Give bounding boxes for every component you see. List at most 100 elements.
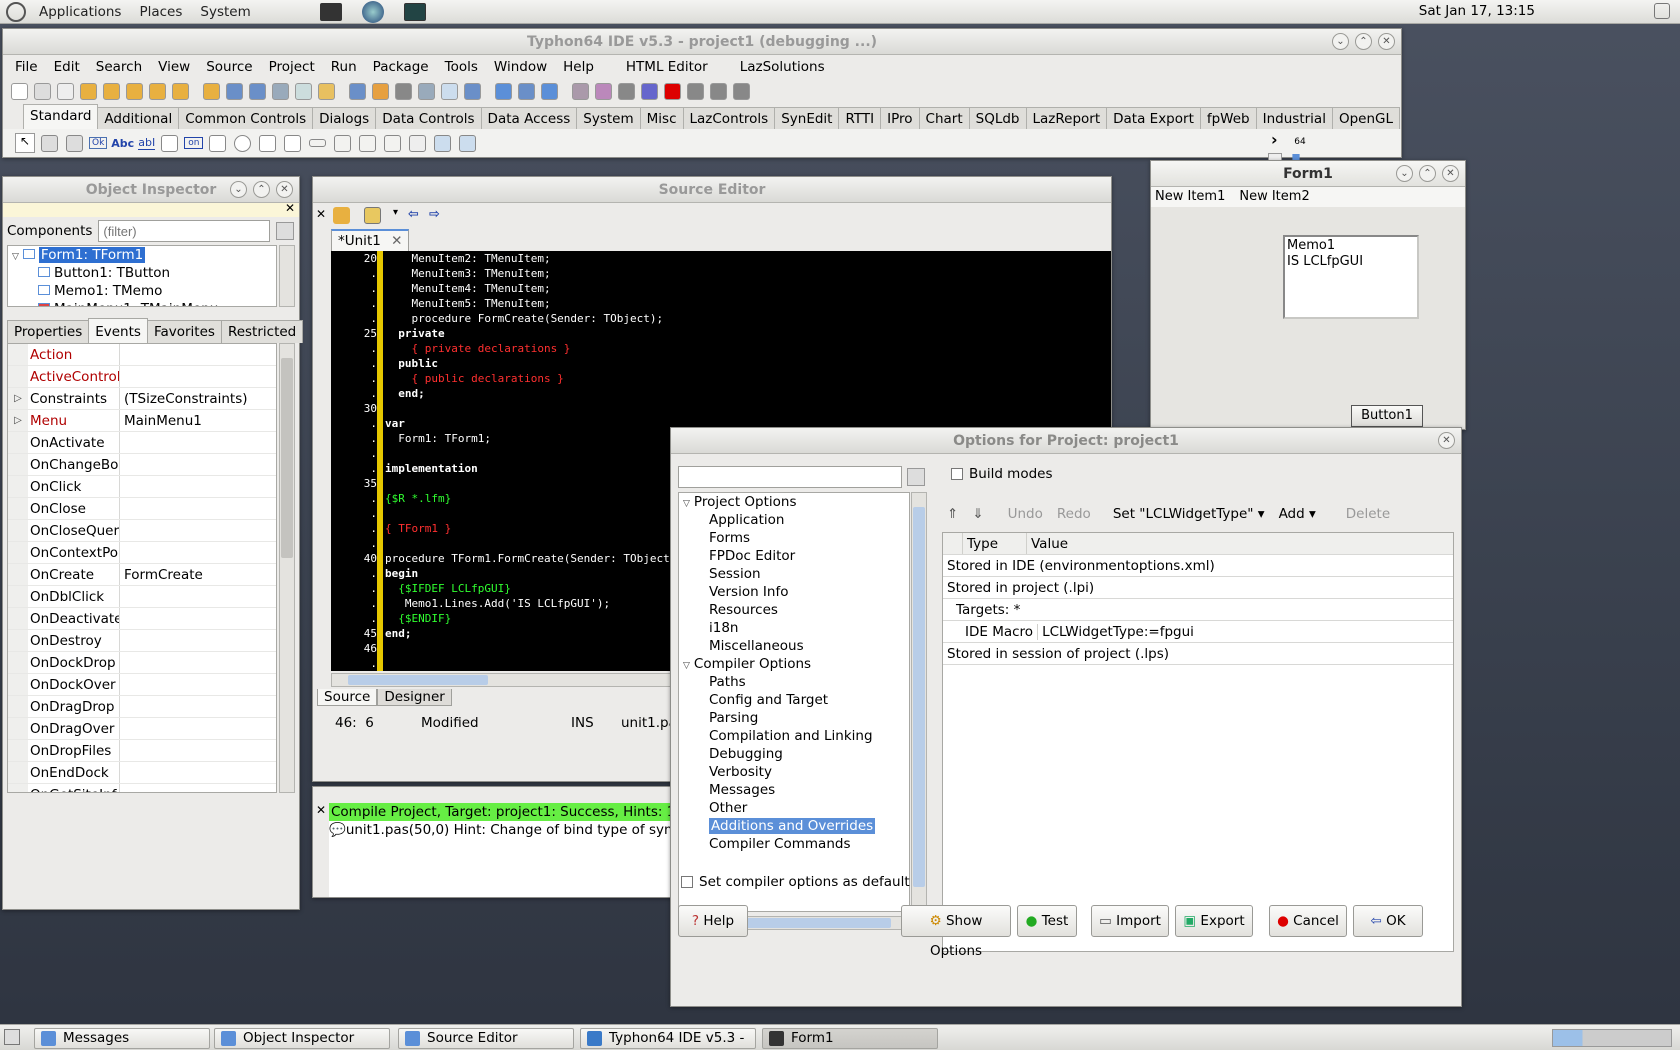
show-options-button[interactable]: ⚙ Show Options	[901, 905, 1011, 959]
override-row[interactable]: Targets: *	[943, 599, 1453, 621]
close-icon[interactable]: ✕	[1438, 432, 1455, 449]
menu-html-editor[interactable]: HTML Editor	[618, 59, 716, 75]
redo-button[interactable]: Redo	[1057, 506, 1091, 522]
togglebox-component-icon[interactable]: on	[184, 137, 204, 149]
options-tree-item[interactable]: Application	[679, 511, 909, 529]
options-titlebar[interactable]: Options for Project: project1 ✕	[671, 428, 1461, 454]
groupbox-component-icon[interactable]	[334, 134, 352, 152]
toolbar-tool-icon[interactable]	[595, 82, 612, 100]
menu-package[interactable]: Package	[365, 59, 437, 75]
toolbar-tool-icon[interactable]	[464, 82, 481, 100]
maximize-icon[interactable]: ⌃	[1419, 165, 1436, 182]
panel-component-icon[interactable]	[409, 134, 427, 152]
scrollbar-component-icon[interactable]	[309, 139, 327, 147]
toolbar-tool-icon[interactable]	[495, 82, 512, 100]
options-tree-item[interactable]: Compiler Commands	[679, 835, 909, 853]
tab-properties[interactable]: Properties	[7, 320, 90, 343]
event-value[interactable]	[120, 740, 276, 761]
forward-icon[interactable]: ⇨	[429, 207, 440, 227]
event-row[interactable]: OnDeactivate	[8, 608, 276, 630]
button1[interactable]: Button1	[1351, 405, 1423, 427]
code-line[interactable]: MenuItem3: TMenuItem;	[385, 266, 1111, 281]
event-row[interactable]: OnDropFiles	[8, 740, 276, 762]
clock[interactable]: Sat Jan 17, 13:15	[1419, 3, 1535, 19]
gnome-logo-icon[interactable]	[6, 1, 26, 22]
event-row[interactable]: OnCloseQuery	[8, 520, 276, 542]
palette-tab-synedit[interactable]: SynEdit	[774, 107, 840, 129]
code-line[interactable]: private	[385, 326, 1111, 341]
collapse-icon[interactable]: ▽	[12, 252, 19, 262]
event-value[interactable]	[120, 344, 276, 365]
event-row[interactable]: ▷ Constraints (TSizeConstraints)	[8, 388, 276, 410]
code-line[interactable]: public	[385, 356, 1111, 371]
minimize-icon[interactable]: ⌄	[1396, 165, 1413, 182]
add-button[interactable]: Add ▾	[1279, 506, 1316, 522]
typhon-launcher-icon[interactable]	[361, 0, 384, 23]
hand-icon[interactable]	[333, 207, 350, 224]
event-value[interactable]	[120, 674, 276, 695]
event-row[interactable]: OnEndDock	[8, 762, 276, 784]
close-icon[interactable]: ✕	[276, 181, 293, 198]
components-filter-input[interactable]	[98, 220, 271, 242]
delete-button[interactable]: Delete	[1346, 506, 1390, 522]
palette-tab-additional[interactable]: Additional	[97, 107, 180, 129]
palette-tab-common-controls[interactable]: Common Controls	[178, 107, 314, 129]
expand-icon[interactable]: ▷	[8, 410, 28, 431]
event-row[interactable]: OnDockDrop	[8, 652, 276, 674]
component-tree-item[interactable]: Button1: TButton	[8, 264, 276, 282]
pointer-tool-icon[interactable]: ↖	[15, 133, 35, 153]
options-tree-item[interactable]: Resources	[679, 601, 909, 619]
event-value[interactable]	[120, 784, 276, 792]
palette-tab-sqldb[interactable]: SQLdb	[968, 107, 1027, 129]
options-tree-item[interactable]: Config and Target	[679, 691, 909, 709]
event-row[interactable]: ▷ Menu MainMenu1	[8, 410, 276, 432]
options-tree-item[interactable]: Messages	[679, 781, 909, 799]
menu-project[interactable]: Project	[261, 59, 323, 75]
system-menu[interactable]: System	[191, 4, 259, 20]
code-line[interactable]: { public declarations }	[385, 371, 1111, 386]
component-tree-item[interactable]: Memo1: TMemo	[8, 282, 276, 300]
toolbar-tool-icon[interactable]	[172, 82, 189, 100]
override-row[interactable]: Stored in session of project (.lps)	[943, 643, 1453, 665]
event-row[interactable]: ActiveControl	[8, 366, 276, 388]
filter-icon[interactable]	[276, 222, 295, 240]
options-tree-item[interactable]: Session	[679, 565, 909, 583]
source-editor-titlebar[interactable]: Source Editor	[313, 177, 1111, 203]
maximize-icon[interactable]: ⌃	[1355, 33, 1372, 50]
form1-titlebar[interactable]: Form1 ⌄ ⌃ ✕	[1151, 161, 1465, 187]
event-value[interactable]	[120, 476, 276, 497]
object-inspector-titlebar[interactable]: Object Inspector ⌄ ⌃ ✕	[3, 177, 299, 203]
toolbar-tool-icon[interactable]	[34, 82, 51, 100]
palette-tab-lazreport[interactable]: LazReport	[1025, 107, 1108, 129]
event-value[interactable]	[120, 520, 276, 541]
toolbar-tool-icon[interactable]	[149, 82, 166, 100]
palette-tab-lazcontrols[interactable]: LazControls	[682, 107, 776, 129]
test-button[interactable]: ● Test	[1017, 905, 1077, 937]
back-icon[interactable]: ⇦	[408, 207, 419, 227]
toolbar-tool-icon[interactable]	[318, 82, 335, 100]
event-value[interactable]	[120, 608, 276, 629]
tab-designer[interactable]: Designer	[377, 689, 452, 706]
event-row[interactable]: OnDblClick	[8, 586, 276, 608]
radiobutton-component-icon[interactable]	[234, 134, 252, 152]
toolbar-tool-icon[interactable]	[518, 82, 535, 100]
options-filter-input[interactable]	[678, 466, 902, 488]
palette-tab-rtti[interactable]: RTTI	[838, 107, 882, 129]
value-header[interactable]: Value	[1027, 533, 1068, 554]
palette-tab-system[interactable]: System	[576, 107, 641, 129]
toolbar-tool-icon[interactable]	[541, 82, 558, 100]
import-button[interactable]: ▭ Import	[1091, 905, 1169, 937]
code-line[interactable]: MenuItem2: TMenuItem;	[385, 251, 1111, 266]
options-tree-item[interactable]: ▽ Compiler Options	[679, 655, 909, 673]
palette-tab-standard[interactable]: Standard	[23, 104, 99, 129]
close-icon[interactable]: ✕	[1442, 165, 1459, 182]
toolbar-tool-icon[interactable]	[249, 82, 266, 100]
palette-tab-dialogs[interactable]: Dialogs	[312, 107, 377, 129]
tab-source[interactable]: Source	[317, 689, 378, 706]
listbox-component-icon[interactable]	[259, 134, 277, 152]
options-tree-item[interactable]: Verbosity	[679, 763, 909, 781]
edit-component-icon[interactable]: abI	[138, 136, 156, 150]
event-row[interactable]: Action	[8, 344, 276, 366]
cancel-button[interactable]: ● Cancel	[1269, 905, 1347, 937]
menu-search[interactable]: Search	[88, 59, 150, 75]
